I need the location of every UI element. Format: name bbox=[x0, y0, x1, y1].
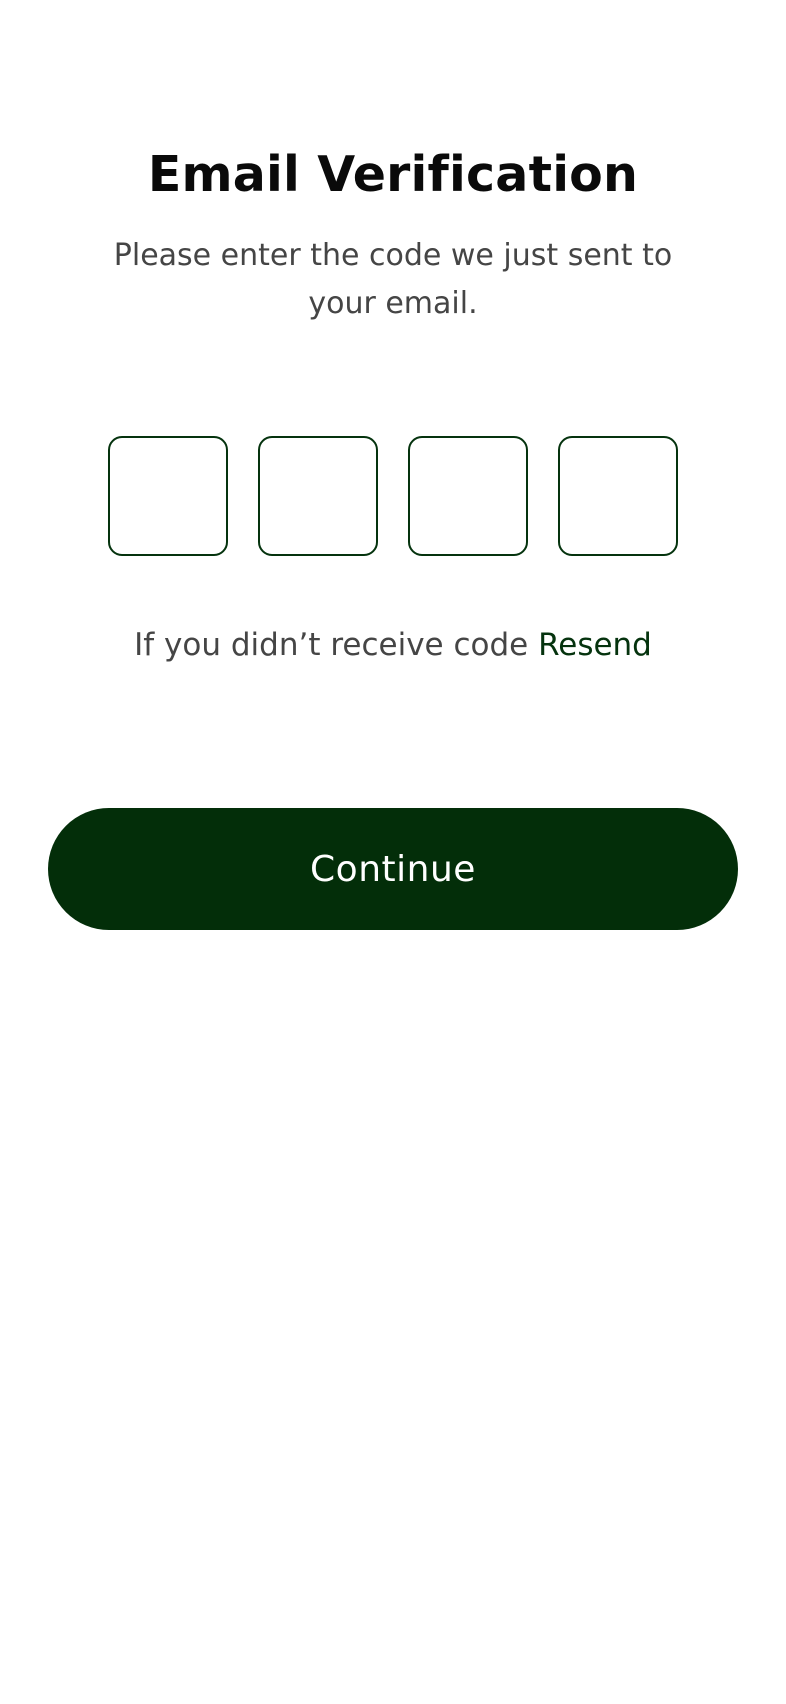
email-verification-screen: Email Verification Please enter the code… bbox=[0, 0, 786, 1704]
resend-prompt-text: If you didn’t receive code bbox=[134, 627, 529, 663]
resend-link[interactable]: Resend bbox=[538, 627, 652, 663]
otp-digit-2[interactable] bbox=[258, 436, 378, 556]
otp-digit-3[interactable] bbox=[408, 436, 528, 556]
instruction-text: Please enter the code we just sent to yo… bbox=[113, 238, 673, 321]
resend-prompt: If you didn’t receive code Resend bbox=[0, 620, 786, 670]
continue-button[interactable]: Continue bbox=[48, 808, 738, 930]
otp-digit-1[interactable] bbox=[108, 436, 228, 556]
page-title: Email Verification bbox=[147, 146, 639, 203]
otp-code-inputs bbox=[108, 436, 678, 556]
otp-digit-4[interactable] bbox=[558, 436, 678, 556]
